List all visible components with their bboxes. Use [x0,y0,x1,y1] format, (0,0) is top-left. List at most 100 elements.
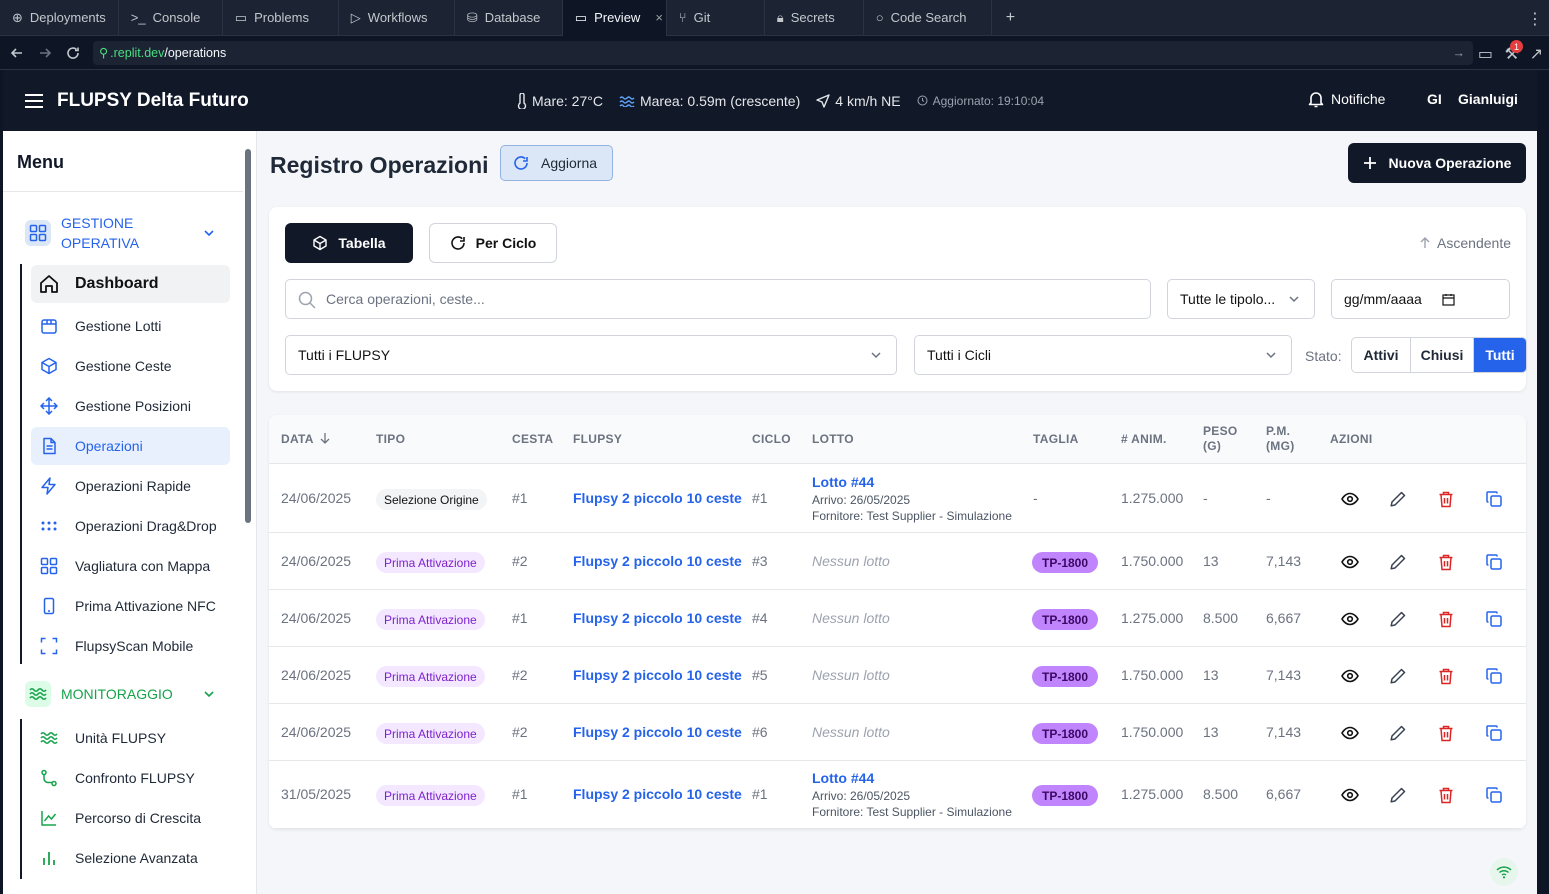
sort-label: Ascendente [1437,235,1511,251]
col-taglia[interactable]: TAGLIA [1033,432,1079,447]
chevron-down-icon[interactable] [203,227,215,239]
sidebar-item-operazioni-drag-drop[interactable]: Operazioni Drag&Drop [31,507,230,545]
sidebar-item-flupsyscan-mobile[interactable]: FlupsyScan Mobile [31,627,230,665]
sidebar-item-operazioni[interactable]: Operazioni [31,427,230,465]
view-icon[interactable] [1340,489,1360,509]
view-icon[interactable] [1340,723,1360,743]
tab-git[interactable]: ⑂ Git [667,0,765,36]
type-filter-select[interactable]: Tutte le tipolo... [1167,279,1315,319]
edit-icon[interactable] [1388,609,1408,629]
flupsy-filter-select[interactable]: Tutti i FLUPSY [285,335,897,375]
duplicate-icon[interactable] [1484,609,1504,629]
external-link-icon[interactable]: ↗ [1530,44,1543,64]
edit-icon[interactable] [1388,785,1408,805]
add-tab-button[interactable]: + [992,9,1029,27]
avatar[interactable]: GI [1427,91,1442,107]
section-gestione-operativa[interactable]: GESTIONE OPERATIVA [25,213,225,253]
flupsy-link[interactable]: Flupsy 2 piccolo 10 ceste [573,553,742,569]
calendar-icon[interactable] [1442,293,1455,306]
col-tipo[interactable]: TIPO [376,432,405,447]
chevron-down-icon[interactable] [203,688,215,700]
col-peso[interactable]: PESO (G) [1203,424,1243,454]
sort-direction-toggle[interactable]: Ascendente [1419,235,1511,251]
col-animali[interactable]: # ANIM. [1121,432,1167,447]
delete-icon[interactable] [1436,609,1456,629]
edit-icon[interactable] [1388,552,1408,572]
sidebar-item-dashboard[interactable]: Dashboard [31,265,230,303]
devices-icon[interactable]: ▭ [1478,44,1493,64]
tab-database[interactable]: ⛁ Database [455,0,563,36]
edit-icon[interactable] [1388,666,1408,686]
view-icon[interactable] [1340,785,1360,805]
sidebar-item-gestione-ceste[interactable]: Gestione Ceste [31,347,230,385]
state-chiusi-button[interactable]: Chiusi [1411,338,1474,372]
hamburger-menu-icon[interactable] [25,93,43,108]
sidebar-item-vagliatura-mappa[interactable]: Vagliatura con Mappa [31,547,230,585]
sidebar-item-selezione-avanzata[interactable]: Selezione Avanzata [31,839,230,877]
notifications-button[interactable]: Notifiche [1307,90,1385,108]
delete-icon[interactable] [1436,723,1456,743]
duplicate-icon[interactable] [1484,666,1504,686]
duplicate-icon[interactable] [1484,552,1504,572]
col-cesta[interactable]: CESTA [512,432,553,447]
edit-icon[interactable] [1388,489,1408,509]
tab-workflows[interactable]: ▷ Workflows [339,0,455,36]
view-icon[interactable] [1340,666,1360,686]
tab-preview[interactable]: ▭ Preview × [562,0,667,36]
tab-console[interactable]: >_ Console [119,0,223,36]
forward-arrow-icon[interactable] [31,46,59,60]
delete-icon[interactable] [1436,489,1456,509]
delete-icon[interactable] [1436,666,1456,686]
date-input[interactable]: gg/mm/aaaa [1331,279,1510,319]
lotto-link[interactable]: Lotto #44 [812,770,874,786]
lotto-link[interactable]: Lotto #44 [812,474,874,490]
edit-icon[interactable] [1388,723,1408,743]
section-monitoraggio[interactable]: MONITORAGGIO [25,681,225,707]
duplicate-icon[interactable] [1484,723,1504,743]
state-tutti-button[interactable]: Tutti [1474,338,1526,372]
chevron-down-icon [1288,293,1300,305]
col-data[interactable]: DATA [281,432,330,447]
tab-secrets[interactable]: 🔒︎ Secrets [765,0,864,36]
view-table-button[interactable]: Tabella [285,223,413,263]
flupsy-link[interactable]: Flupsy 2 piccolo 10 ceste [573,786,742,802]
sidebar-item-unita-flupsy[interactable]: Unità FLUPSY [31,719,230,757]
sidebar-item-prima-attivazione-nfc[interactable]: Prima Attivazione NFC [31,587,230,625]
col-peso-medio[interactable]: P.M. (MG) [1266,424,1306,454]
sidebar-item-gestione-lotti[interactable]: Gestione Lotti [31,307,230,345]
state-attivi-button[interactable]: Attivi [1352,338,1411,372]
sidebar-item-gestione-posizioni[interactable]: Gestione Posizioni [31,387,230,425]
col-ciclo[interactable]: CICLO [752,432,791,447]
back-arrow-icon[interactable] [3,46,31,60]
sidebar-item-confronto-flupsy[interactable]: Confronto FLUPSY [31,759,230,797]
flupsy-link[interactable]: Flupsy 2 piccolo 10 ceste [573,724,742,740]
flupsy-link[interactable]: Flupsy 2 piccolo 10 ceste [573,610,742,626]
flupsy-link[interactable]: Flupsy 2 piccolo 10 ceste [573,490,742,506]
tab-problems[interactable]: ▭ Problems [223,0,339,36]
search-input[interactable]: Cerca operazioni, ceste... [285,279,1151,319]
duplicate-icon[interactable] [1484,489,1504,509]
col-lotto[interactable]: LOTTO [812,432,854,447]
reload-icon[interactable] [59,46,87,60]
refresh-button[interactable]: Aggiorna [500,145,613,181]
delete-icon[interactable] [1436,785,1456,805]
view-cycle-button[interactable]: Per Ciclo [429,223,557,263]
sidebar-item-operazioni-rapide[interactable]: Operazioni Rapide [31,467,230,505]
close-icon[interactable]: × [655,10,663,25]
tab-deployments[interactable]: ⊕ Deployments [0,0,119,36]
sidebar-item-percorso-crescita[interactable]: Percorso di Crescita [31,799,230,837]
user-name[interactable]: Gianluigi [1458,91,1518,107]
sidebar-scrollbar[interactable] [245,149,251,523]
cycle-filter-select[interactable]: Tutti i Cicli [914,335,1292,375]
new-operation-button[interactable]: Nuova Operazione [1348,143,1526,183]
view-icon[interactable] [1340,552,1360,572]
view-icon[interactable] [1340,609,1360,629]
url-field[interactable]: ⚲ .replit.dev/operations → [93,40,1473,65]
flupsy-link[interactable]: Flupsy 2 piccolo 10 ceste [573,667,742,683]
delete-icon[interactable] [1436,552,1456,572]
open-arrow-icon[interactable]: → [1453,46,1466,60]
duplicate-icon[interactable] [1484,785,1504,805]
more-options-icon[interactable]: ⋮ [1527,9,1543,29]
tab-code-search[interactable]: ○ Code Search [864,0,992,36]
col-flupsy[interactable]: FLUPSY [573,432,622,447]
